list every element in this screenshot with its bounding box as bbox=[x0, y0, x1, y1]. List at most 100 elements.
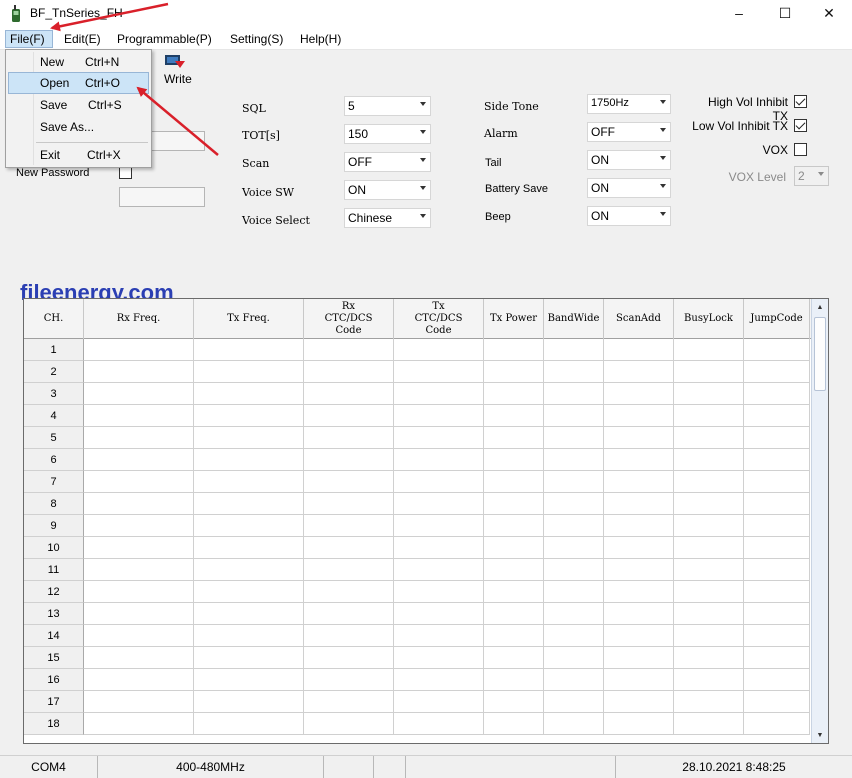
cell-jumpcode[interactable] bbox=[744, 339, 810, 361]
cell-tx-freq[interactable] bbox=[194, 383, 304, 405]
low-vol-inhibit-checkbox[interactable] bbox=[794, 119, 807, 132]
cell-rx-freq[interactable] bbox=[84, 361, 194, 383]
cell-bandwide[interactable] bbox=[544, 339, 604, 361]
table-row[interactable]: 3 bbox=[24, 383, 810, 405]
cell-rx-ctcdcs[interactable] bbox=[304, 581, 394, 603]
scan-select[interactable]: OFF bbox=[344, 152, 431, 172]
cell-scanadd[interactable] bbox=[604, 361, 674, 383]
col-ch[interactable]: CH. bbox=[24, 299, 84, 339]
cell-jumpcode[interactable] bbox=[744, 449, 810, 471]
cell-rx-freq[interactable] bbox=[84, 559, 194, 581]
cell-bandwide[interactable] bbox=[544, 669, 604, 691]
cell-rx-ctcdcs[interactable] bbox=[304, 449, 394, 471]
cell-tx-ctcdcs[interactable] bbox=[394, 339, 484, 361]
cell-busylock[interactable] bbox=[674, 449, 744, 471]
cell-scanadd[interactable] bbox=[604, 647, 674, 669]
cell-busylock[interactable] bbox=[674, 559, 744, 581]
cell-tx-ctcdcs[interactable] bbox=[394, 405, 484, 427]
menu-setting[interactable]: Setting(S) bbox=[226, 30, 287, 48]
cell-jumpcode[interactable] bbox=[744, 515, 810, 537]
cell-rx-ctcdcs[interactable] bbox=[304, 361, 394, 383]
cell-tx-freq[interactable] bbox=[194, 515, 304, 537]
cell-tx-power[interactable] bbox=[484, 383, 544, 405]
cell-tx-freq[interactable] bbox=[194, 669, 304, 691]
cell-tx-ctcdcs[interactable] bbox=[394, 493, 484, 515]
cell-tx-ctcdcs[interactable] bbox=[394, 361, 484, 383]
cell-tx-freq[interactable] bbox=[194, 581, 304, 603]
cell-tx-ctcdcs[interactable] bbox=[394, 603, 484, 625]
cell-rx-ctcdcs[interactable] bbox=[304, 603, 394, 625]
col-busylock[interactable]: BusyLock bbox=[674, 299, 744, 339]
table-row[interactable]: 9 bbox=[24, 515, 810, 537]
cell-jumpcode[interactable] bbox=[744, 361, 810, 383]
cell-tx-ctcdcs[interactable] bbox=[394, 713, 484, 735]
cell-rx-freq[interactable] bbox=[84, 691, 194, 713]
menu-item-exit[interactable]: Exit Ctrl+X bbox=[8, 144, 149, 166]
table-row[interactable]: 15 bbox=[24, 647, 810, 669]
scroll-down-icon[interactable]: ▼ bbox=[812, 727, 828, 743]
cell-bandwide[interactable] bbox=[544, 537, 604, 559]
cell-rx-freq[interactable] bbox=[84, 383, 194, 405]
cell-tx-power[interactable] bbox=[484, 361, 544, 383]
cell-tx-power[interactable] bbox=[484, 537, 544, 559]
cell-tx-power[interactable] bbox=[484, 471, 544, 493]
table-row[interactable]: 7 bbox=[24, 471, 810, 493]
cell-rx-ctcdcs[interactable] bbox=[304, 537, 394, 559]
cell-rx-freq[interactable] bbox=[84, 669, 194, 691]
cell-jumpcode[interactable] bbox=[744, 581, 810, 603]
cell-busylock[interactable] bbox=[674, 537, 744, 559]
cell-tx-power[interactable] bbox=[484, 691, 544, 713]
cell-jumpcode[interactable] bbox=[744, 713, 810, 735]
cell-tx-ctcdcs[interactable] bbox=[394, 427, 484, 449]
table-row[interactable]: 16 bbox=[24, 669, 810, 691]
cell-bandwide[interactable] bbox=[544, 383, 604, 405]
cell-rx-freq[interactable] bbox=[84, 713, 194, 735]
write-button[interactable]: Write bbox=[160, 55, 196, 87]
table-row[interactable]: 11 bbox=[24, 559, 810, 581]
minimize-button[interactable]: – bbox=[716, 0, 762, 26]
cell-rx-ctcdcs[interactable] bbox=[304, 713, 394, 735]
table-row[interactable]: 17 bbox=[24, 691, 810, 713]
cell-jumpcode[interactable] bbox=[744, 669, 810, 691]
cell-jumpcode[interactable] bbox=[744, 603, 810, 625]
cell-bandwide[interactable] bbox=[544, 647, 604, 669]
cell-rx-freq[interactable] bbox=[84, 647, 194, 669]
cell-jumpcode[interactable] bbox=[744, 427, 810, 449]
side-tone-select[interactable]: 1750Hz bbox=[587, 94, 671, 114]
cell-rx-ctcdcs[interactable] bbox=[304, 669, 394, 691]
cell-bandwide[interactable] bbox=[544, 691, 604, 713]
alarm-select[interactable]: OFF bbox=[587, 122, 671, 142]
cell-rx-freq[interactable] bbox=[84, 603, 194, 625]
cell-scanadd[interactable] bbox=[604, 383, 674, 405]
cell-scanadd[interactable] bbox=[604, 471, 674, 493]
menu-item-open[interactable]: Open Ctrl+O bbox=[8, 72, 149, 94]
cell-tx-power[interactable] bbox=[484, 581, 544, 603]
col-rx-freq[interactable]: Rx Freq. bbox=[84, 299, 194, 339]
tail-select[interactable]: ON bbox=[587, 150, 671, 170]
cell-rx-ctcdcs[interactable] bbox=[304, 515, 394, 537]
cell-busylock[interactable] bbox=[674, 713, 744, 735]
cell-rx-freq[interactable] bbox=[84, 625, 194, 647]
cell-busylock[interactable] bbox=[674, 361, 744, 383]
vertical-scrollbar[interactable]: ▲ ▼ bbox=[811, 299, 828, 743]
high-vol-inhibit-checkbox[interactable] bbox=[794, 95, 807, 108]
cell-jumpcode[interactable] bbox=[744, 405, 810, 427]
cell-busylock[interactable] bbox=[674, 493, 744, 515]
menu-help[interactable]: Help(H) bbox=[296, 30, 345, 48]
battery-save-select[interactable]: ON bbox=[587, 178, 671, 198]
sql-select[interactable]: 5 bbox=[344, 96, 431, 116]
cell-bandwide[interactable] bbox=[544, 581, 604, 603]
cell-jumpcode[interactable] bbox=[744, 691, 810, 713]
cell-tx-ctcdcs[interactable] bbox=[394, 515, 484, 537]
cell-scanadd[interactable] bbox=[604, 581, 674, 603]
cell-jumpcode[interactable] bbox=[744, 471, 810, 493]
cell-jumpcode[interactable] bbox=[744, 559, 810, 581]
close-button[interactable]: ✕ bbox=[806, 0, 852, 26]
cell-scanadd[interactable] bbox=[604, 515, 674, 537]
cell-rx-freq[interactable] bbox=[84, 339, 194, 361]
menu-item-new[interactable]: New Ctrl+N bbox=[8, 51, 149, 73]
cell-busylock[interactable] bbox=[674, 603, 744, 625]
table-row[interactable]: 12 bbox=[24, 581, 810, 603]
col-tx-freq[interactable]: Tx Freq. bbox=[194, 299, 304, 339]
cell-scanadd[interactable] bbox=[604, 493, 674, 515]
